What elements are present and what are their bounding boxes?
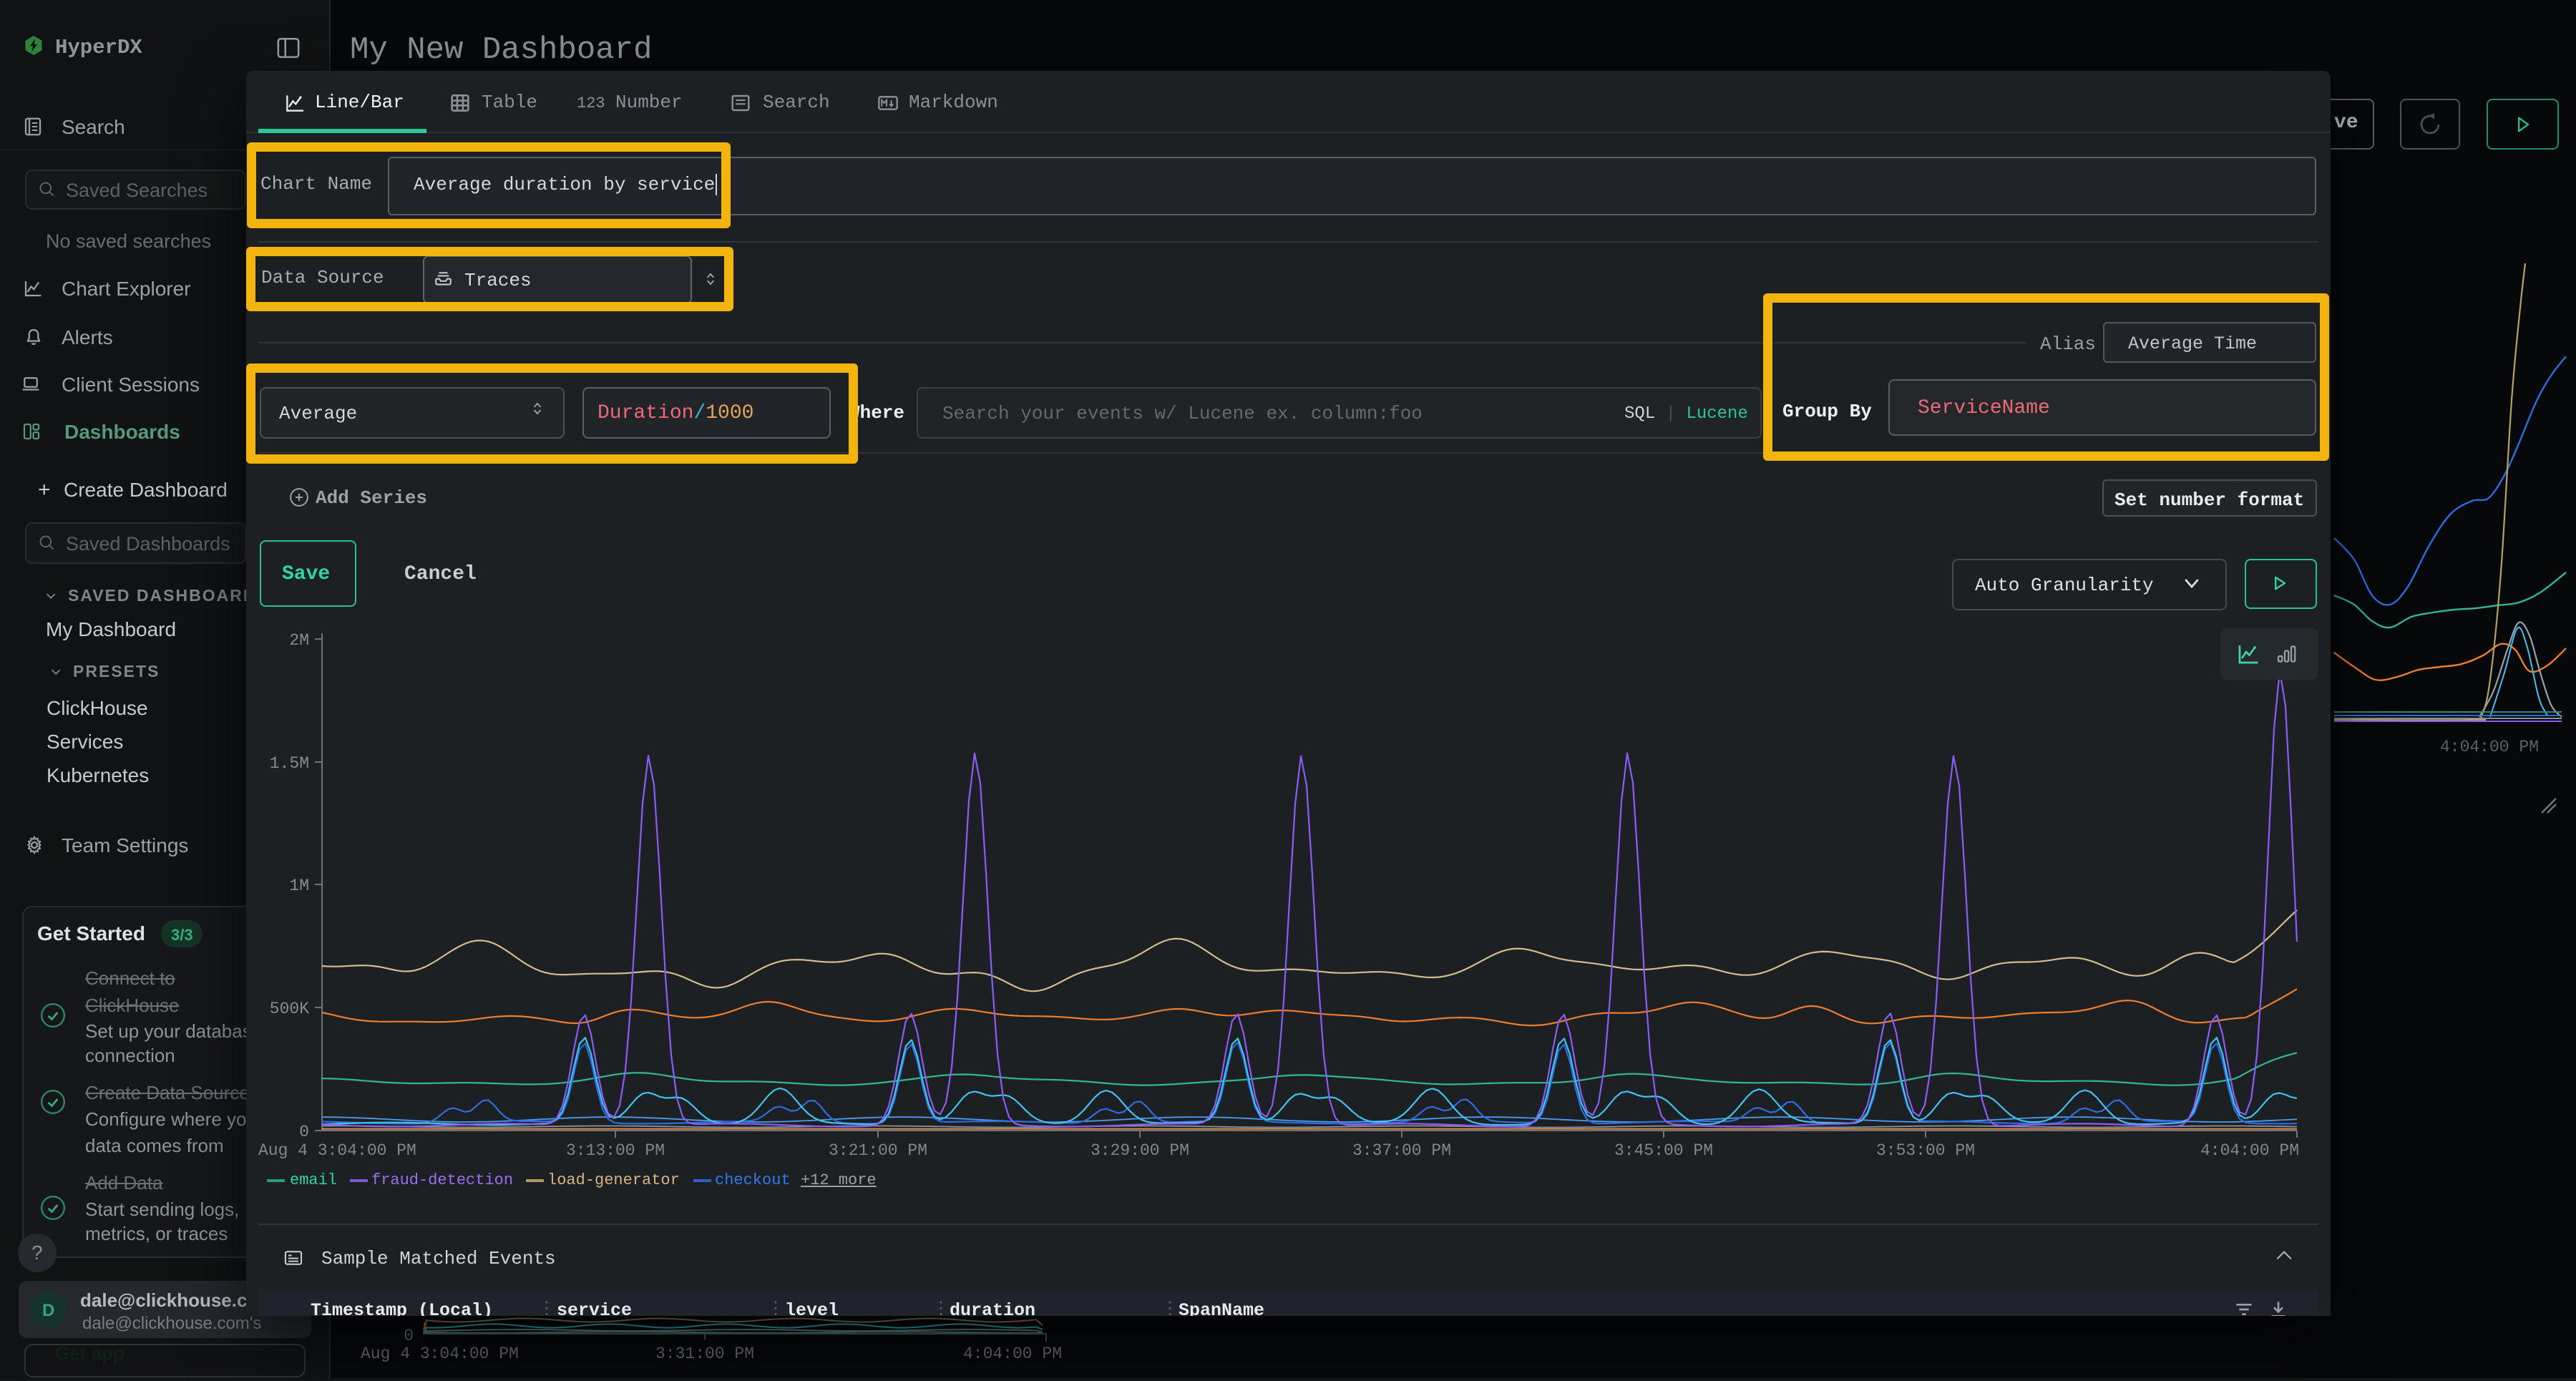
svg-text:3:31:00 PM: 3:31:00 PM [655,1345,754,1363]
svg-text:3:29:00 PM: 3:29:00 PM [1091,1141,1189,1160]
svg-text:4:04:00 PM: 4:04:00 PM [963,1345,1062,1363]
svg-text:Aug 4 3:04:00 PM: Aug 4 3:04:00 PM [361,1345,519,1363]
svg-text:1M: 1M [289,877,309,895]
svg-text:3:13:00 PM: 3:13:00 PM [566,1141,665,1160]
svg-text:0: 0 [404,1327,414,1345]
svg-text:3:45:00 PM: 3:45:00 PM [1614,1141,1713,1160]
svg-text:4:04:00 PM: 4:04:00 PM [2200,1141,2299,1160]
svg-text:Aug 4 3:04:00 PM: Aug 4 3:04:00 PM [258,1141,416,1160]
svg-text:500K: 500K [270,1000,309,1018]
svg-text:2M: 2M [289,631,309,650]
svg-text:0: 0 [299,1123,309,1141]
svg-text:3:53:00 PM: 3:53:00 PM [1876,1141,1975,1160]
svg-text:1.5M: 1.5M [270,754,309,773]
svg-text:3:37:00 PM: 3:37:00 PM [1352,1141,1451,1160]
svg-text:3:21:00 PM: 3:21:00 PM [829,1141,927,1160]
